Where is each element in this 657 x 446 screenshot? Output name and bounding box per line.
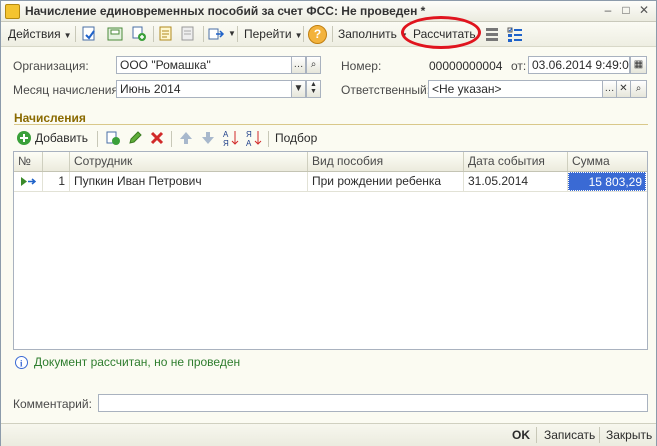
clear-icon[interactable]: ✕ [616, 80, 631, 98]
add-icon[interactable] [16, 130, 32, 146]
save-button[interactable]: Записать [544, 427, 595, 443]
delete-icon[interactable] [149, 130, 165, 146]
highlight-circle [401, 16, 481, 49]
copy-row-icon[interactable] [105, 130, 121, 146]
search-icon[interactable]: ⌕ [306, 56, 321, 74]
close-window-button[interactable]: ✕ [637, 4, 651, 17]
column-header-blank [43, 152, 70, 171]
ellipsis-button[interactable]: … [602, 80, 617, 98]
status-message: Документ рассчитан, но не проведен [34, 355, 241, 369]
calendar-icon[interactable]: ▦ [630, 56, 647, 74]
number-value: 00000000004 [429, 59, 503, 73]
toolbar-separator [536, 427, 537, 443]
info-icon: i [15, 356, 28, 369]
add-button[interactable]: Добавить [35, 131, 88, 145]
actions-label: Действия [8, 27, 61, 41]
svg-text:Я: Я [246, 130, 252, 139]
ok-button[interactable]: OK [512, 427, 530, 443]
date-field[interactable]: 03.06.2014 9:49:02 [528, 56, 630, 74]
dropdown-arrow-icon: ▼ [294, 31, 303, 40]
move-up-icon[interactable] [178, 130, 194, 146]
unpost-document-icon[interactable] [179, 25, 197, 43]
fill-label: Заполнить [338, 27, 397, 41]
organization-label: Организация: [13, 59, 89, 73]
spinner-icon[interactable]: ▲ ▼ [306, 80, 321, 98]
document-window: Начисление единовременных пособий за сче… [0, 0, 657, 446]
edit-icon[interactable] [127, 130, 143, 146]
responsible-field[interactable]: <Не указан> [428, 80, 603, 98]
date-label: от: [511, 59, 527, 73]
dropdown-arrow-icon[interactable]: ▼ [291, 80, 306, 98]
row-sum[interactable]: 15 803,29 [568, 172, 646, 191]
move-down-icon[interactable] [200, 130, 216, 146]
close-button[interactable]: Закрыть [606, 427, 652, 443]
save-document-icon[interactable] [106, 25, 124, 43]
number-label: Номер: [341, 59, 382, 73]
title-bar: Начисление единовременных пособий за сче… [1, 1, 656, 22]
section-divider [14, 124, 648, 125]
svg-text:Я: Я [223, 139, 229, 147]
fill-menu[interactable]: Заполнить ▼ [338, 25, 408, 43]
goto-label: Перейти [244, 27, 292, 41]
toolbar-separator [97, 131, 98, 147]
column-header-employee[interactable]: Сотрудник [70, 152, 308, 171]
accruals-table: № Сотрудник Вид пособия Дата события Сум… [13, 151, 648, 350]
pick-button[interactable]: Подбор [275, 131, 317, 145]
toolbar: Действия ▼ ▼ Перейти ▼ ? Заполнить ▼ Рассчи… [1, 22, 656, 47]
toolbar-separator [332, 26, 333, 42]
row-employee[interactable]: Пупкин Иван Петрович [70, 172, 308, 191]
ellipsis-button[interactable]: … [291, 56, 306, 74]
document-icon [5, 4, 20, 19]
row-event-date[interactable]: 31.05.2014 [464, 172, 568, 191]
responsible-label: Ответственный: [341, 83, 431, 97]
sort-descending-icon[interactable]: ЯА [245, 129, 262, 147]
toolbar-separator [237, 26, 238, 42]
post-document-icon[interactable] [157, 25, 175, 43]
structure-icon[interactable] [483, 25, 501, 43]
table-row[interactable]: 1 Пупкин Иван Петрович При рождении ребе… [14, 172, 647, 192]
search-icon[interactable]: ⌕ [630, 80, 647, 98]
row-number: 1 [43, 172, 70, 191]
row-benefit-type[interactable]: При рождении ребенка [308, 172, 464, 191]
column-header-benefit-type[interactable]: Вид пособия [308, 152, 464, 171]
row-pointer-icon [21, 177, 36, 186]
dropdown-arrow-icon: ▼ [63, 31, 72, 40]
window-title: Начисление единовременных пособий за сче… [25, 4, 426, 18]
accruals-section-title: Начисления [14, 111, 86, 125]
minimize-button[interactable]: – [601, 4, 615, 17]
month-field[interactable]: Июнь 2014 [116, 80, 292, 98]
month-label: Месяц начисления: [13, 83, 122, 97]
actions-menu[interactable]: Действия ▼ [8, 25, 72, 43]
bottom-bar: OK Записать Закрыть [1, 423, 656, 446]
svg-text:А: А [246, 139, 252, 147]
comment-label: Комментарий: [13, 397, 92, 411]
toolbar-separator [303, 26, 304, 42]
column-header-number[interactable]: № [14, 152, 43, 171]
document-journal-icon[interactable] [506, 25, 524, 43]
table-header: № Сотрудник Вид пособия Дата события Сум… [14, 152, 647, 172]
toolbar-separator [599, 427, 600, 443]
maximize-button[interactable]: □ [619, 4, 633, 17]
toolbar-separator [153, 26, 154, 42]
toolbar-separator [171, 131, 172, 147]
sort-ascending-icon[interactable]: АЯ [222, 129, 239, 147]
organization-field[interactable]: ООО "Ромашка" [116, 56, 292, 74]
help-icon[interactable]: ? [308, 25, 327, 44]
copy-document-icon[interactable] [130, 25, 148, 43]
create-based-on-icon[interactable] [207, 25, 225, 43]
dropdown-arrow-icon[interactable]: ▼ [228, 25, 236, 43]
row-pointer [14, 172, 43, 191]
toolbar-separator [268, 131, 269, 147]
toolbar-separator [75, 26, 76, 42]
post-and-close-icon[interactable] [80, 25, 98, 43]
column-header-event-date[interactable]: Дата события [464, 152, 568, 171]
comment-field[interactable] [98, 394, 648, 412]
goto-menu[interactable]: Перейти ▼ [244, 25, 302, 43]
column-header-sum[interactable]: Сумма [568, 152, 647, 171]
toolbar-separator [203, 26, 204, 42]
svg-text:А: А [223, 130, 229, 139]
